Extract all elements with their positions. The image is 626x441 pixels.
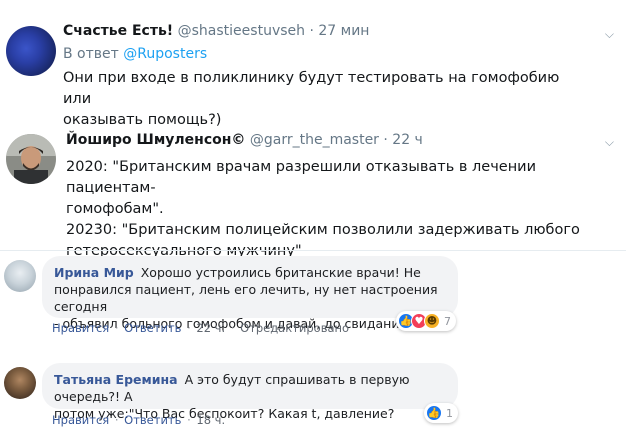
reply-context: В ответ @Ruposters: [63, 46, 207, 62]
author-name[interactable]: Йоширо Шмуленсон©: [66, 132, 245, 148]
tweet-time[interactable]: 27 мин: [318, 23, 369, 39]
chevron-down-icon[interactable]: ⌵: [605, 27, 614, 42]
comment-actions: Нравится · Ответить · 22 ч. · Отредактир…: [52, 321, 349, 335]
separator-dot: ·: [114, 321, 119, 335]
reaction-count: 7: [444, 314, 451, 328]
reply-button[interactable]: Ответить: [124, 413, 181, 427]
author-name[interactable]: Счастье Есть!: [63, 23, 173, 39]
reply-prefix: В ответ: [63, 46, 119, 62]
comment-bubble: Ирина Мир Хорошо устроились британские в…: [42, 256, 458, 331]
reactions-summary[interactable]: 👍 1: [424, 403, 458, 423]
comment-actions: Нравится · Ответить · 18 ч.: [52, 413, 225, 427]
reaction-count: 1: [446, 406, 453, 420]
tweet-text: 2020: "Британским врачам разрешили отказ…: [66, 157, 586, 262]
tweet-text-line: гомофобам".: [66, 201, 164, 217]
tweet-garr-the-master: Йоширо Шмуленсон© @garr_the_master · 22 …: [0, 124, 626, 259]
avatar[interactable]: [4, 367, 36, 399]
tweet-header: Счастье Есть! @shastieestuvseh · 27 мин: [63, 23, 369, 39]
tweet-time[interactable]: 22 ч: [392, 132, 423, 148]
author-handle[interactable]: @shastieestuvseh: [178, 23, 305, 39]
comment-author[interactable]: Ирина Мир: [54, 265, 134, 280]
tweet-header: Йоширо Шмуленсон© @garr_the_master · 22 …: [66, 132, 423, 148]
haha-reaction-icon: ☻: [424, 313, 440, 329]
separator-dot: ·: [187, 321, 191, 335]
reply-button[interactable]: Ответить: [124, 321, 181, 335]
tweet-reply-shastieestuvseh: Счастье Есть! @shastieestuvseh · 27 мин …: [0, 0, 626, 128]
comment-text-line: понравился пациент, лень его лечить, ну …: [54, 282, 438, 314]
separator-dot: ·: [114, 413, 119, 427]
like-reaction-icon: 👍: [426, 405, 442, 421]
comment-bubble: Татьяна Еремина А это будут спрашивать в…: [42, 363, 458, 421]
comment-text-line: Хорошо устроились британские врачи! Не: [140, 265, 421, 280]
avatar[interactable]: [6, 26, 56, 76]
tweet-text: Они при входе в поликлинику будут тестир…: [63, 68, 583, 131]
tweet-text-line: 2020: "Британским врачам разрешили отказ…: [66, 159, 537, 196]
reactions-summary[interactable]: 👍 ♥ ☻ 7: [396, 311, 456, 331]
separator-dot: ·: [187, 413, 191, 427]
chevron-down-icon[interactable]: ⌵: [605, 135, 614, 150]
separator-dot: ·: [230, 321, 235, 335]
like-button[interactable]: Нравится: [52, 321, 109, 335]
like-button[interactable]: Нравится: [52, 413, 109, 427]
comment-time[interactable]: 22 ч.: [196, 321, 225, 335]
tweet-text-line: 20230: "Британским полицейским позволили…: [66, 222, 580, 238]
avatar[interactable]: [4, 260, 36, 292]
edited-label[interactable]: Отредактировано: [240, 321, 349, 335]
author-handle[interactable]: @garr_the_master: [250, 132, 379, 148]
reply-to-link[interactable]: @Ruposters: [123, 46, 207, 62]
comment-time[interactable]: 18 ч.: [196, 413, 225, 427]
section-divider: [0, 250, 626, 251]
separator-dot: ·: [309, 23, 314, 39]
comment-author[interactable]: Татьяна Еремина: [54, 372, 178, 387]
separator-dot: ·: [383, 132, 388, 148]
tweet-text-line: Они при входе в поликлинику будут тестир…: [63, 70, 560, 107]
